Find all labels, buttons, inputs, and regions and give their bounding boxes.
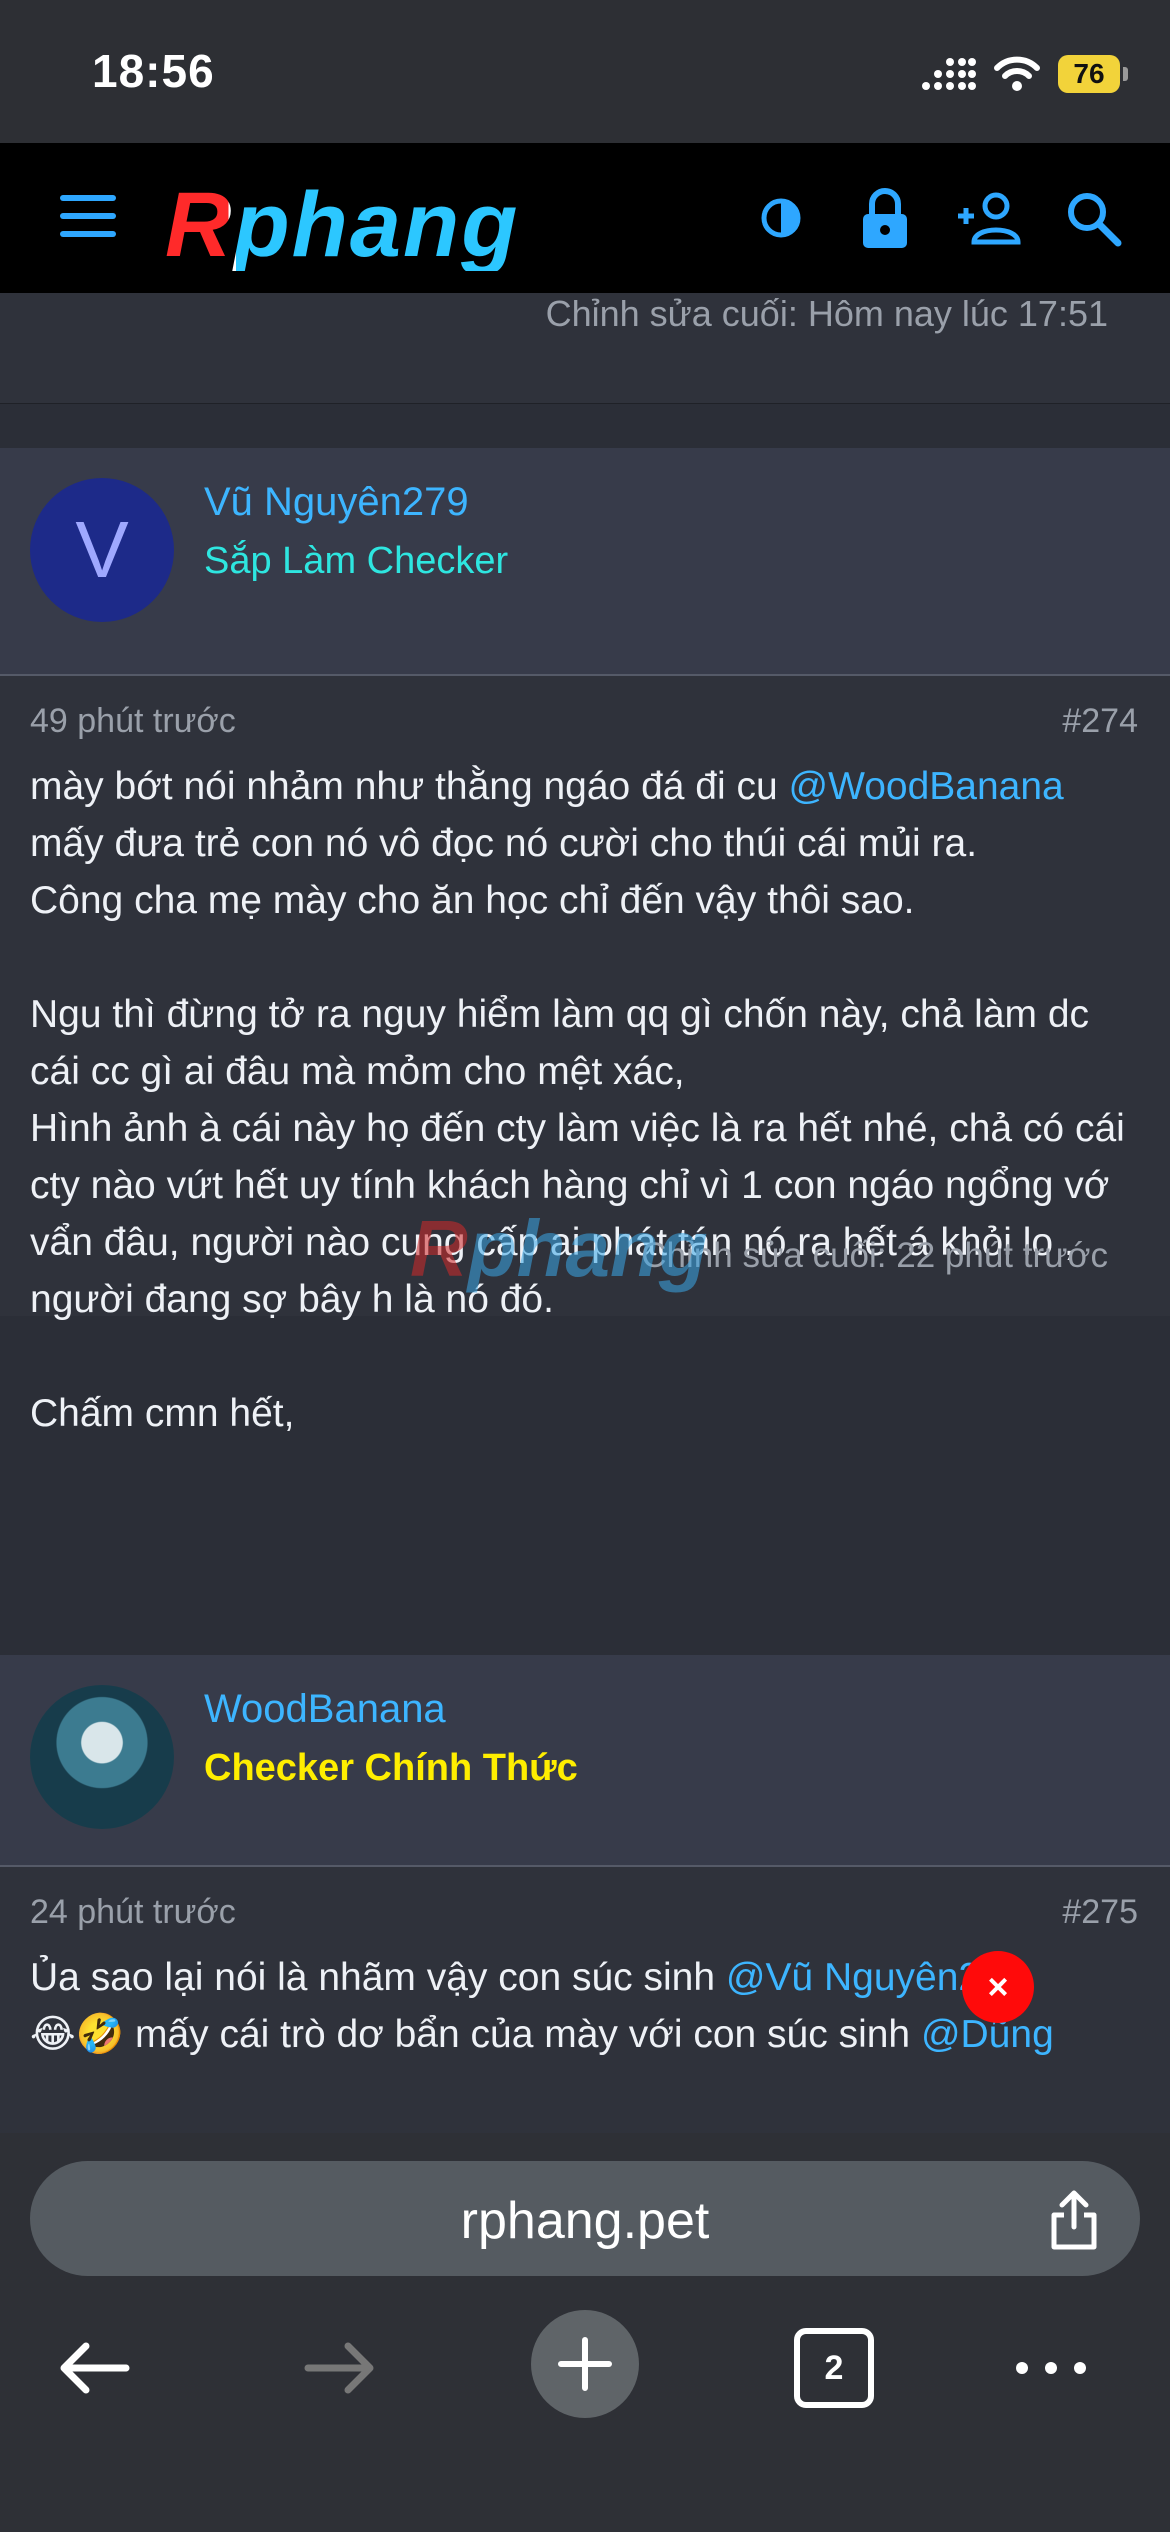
tabs-button[interactable]: 2 [794, 2328, 874, 2408]
new-tab-button[interactable] [531, 2310, 639, 2418]
username[interactable]: Vũ Nguyên279 [204, 480, 469, 525]
status-icons: 76 [920, 44, 1128, 104]
close-button[interactable]: × [962, 1951, 1034, 2023]
message-text: Ủa sao lại nói là nhãm vậy con súc sinh [30, 1956, 726, 1999]
forward-button[interactable] [302, 2338, 378, 2398]
user-title: Sắp Làm Checker [204, 540, 509, 582]
username[interactable]: WoodBanana [204, 1687, 446, 1732]
nav-actions [746, 183, 1128, 253]
avatar[interactable]: V [30, 478, 174, 622]
post-number[interactable]: #274 [1062, 702, 1138, 741]
edited-note: Chỉnh sửa cuối: 22 phút trước [641, 1236, 1108, 1275]
site-watermark: Rphang [410, 1203, 708, 1295]
post-time[interactable]: 24 phút trước [30, 1893, 236, 1932]
browser-toolbar: 2 [0, 2310, 1170, 2458]
status-time: 18:56 [92, 45, 215, 97]
post-header: V Vũ Nguyên279 Sắp Làm Checker [0, 448, 1170, 676]
post-message: mày bớt nói nhảm như thằng ngáo đá đi cu… [30, 758, 1140, 1442]
watermark-rest: phang [467, 1204, 708, 1293]
thread-content: Chỉnh sửa cuối: Hôm nay lúc 17:51 V Vũ N… [0, 293, 1170, 2133]
more-icon [1016, 2362, 1086, 2374]
message-text: mấy đưa trẻ con nó vô đọc nó cười cho th… [30, 822, 1125, 1435]
arrow-left-icon [60, 2342, 130, 2394]
menu-icon[interactable] [60, 195, 116, 241]
message-text: mày bớt nói nhảm như thằng ngáo đá đi cu [30, 765, 789, 808]
battery-level: 76 [1073, 58, 1105, 89]
lock-icon[interactable] [850, 183, 920, 253]
address-bar[interactable]: rphang.pet [30, 2161, 1140, 2276]
share-icon[interactable] [1046, 2189, 1102, 2251]
arrow-right-icon [304, 2342, 374, 2394]
site-logo[interactable]: Rphang [165, 179, 519, 271]
post-number[interactable]: #275 [1062, 1893, 1138, 1932]
edited-note: Chỉnh sửa cuối: Hôm nay lúc 17:51 [545, 293, 1108, 334]
avatar[interactable] [30, 1685, 174, 1829]
search-icon[interactable] [1058, 183, 1128, 253]
mention-link[interactable]: @WoodBanana [789, 765, 1064, 808]
back-button[interactable] [56, 2338, 132, 2398]
plus-icon [558, 2337, 612, 2391]
top-nav: Rphang [0, 143, 1170, 293]
add-user-icon[interactable] [954, 183, 1024, 253]
url-text: rphang.pet [460, 2192, 710, 2250]
post-time[interactable]: 49 phút trước [30, 702, 236, 741]
user-title: Checker Chính Thức [204, 1747, 578, 1789]
previous-post-footer: Chỉnh sửa cuối: Hôm nay lúc 17:51 [0, 293, 1170, 404]
wifi-icon [994, 56, 1040, 91]
watermark-red: R [410, 1204, 468, 1293]
status-bar: 18:56 76 [0, 0, 1170, 143]
theme-toggle-icon[interactable] [746, 183, 816, 253]
more-button[interactable] [1014, 2338, 1088, 2398]
browser-bar: rphang.pet 2 [0, 2133, 1170, 2532]
post-header: WoodBanana Checker Chính Thức [0, 1655, 1170, 1867]
battery-indicator: 76 [1058, 55, 1128, 93]
message-text: 😂🤣 mấy cái trò dơ bẩn của mày với con sú… [30, 2013, 911, 2056]
cellular-signal-icon [922, 58, 976, 90]
